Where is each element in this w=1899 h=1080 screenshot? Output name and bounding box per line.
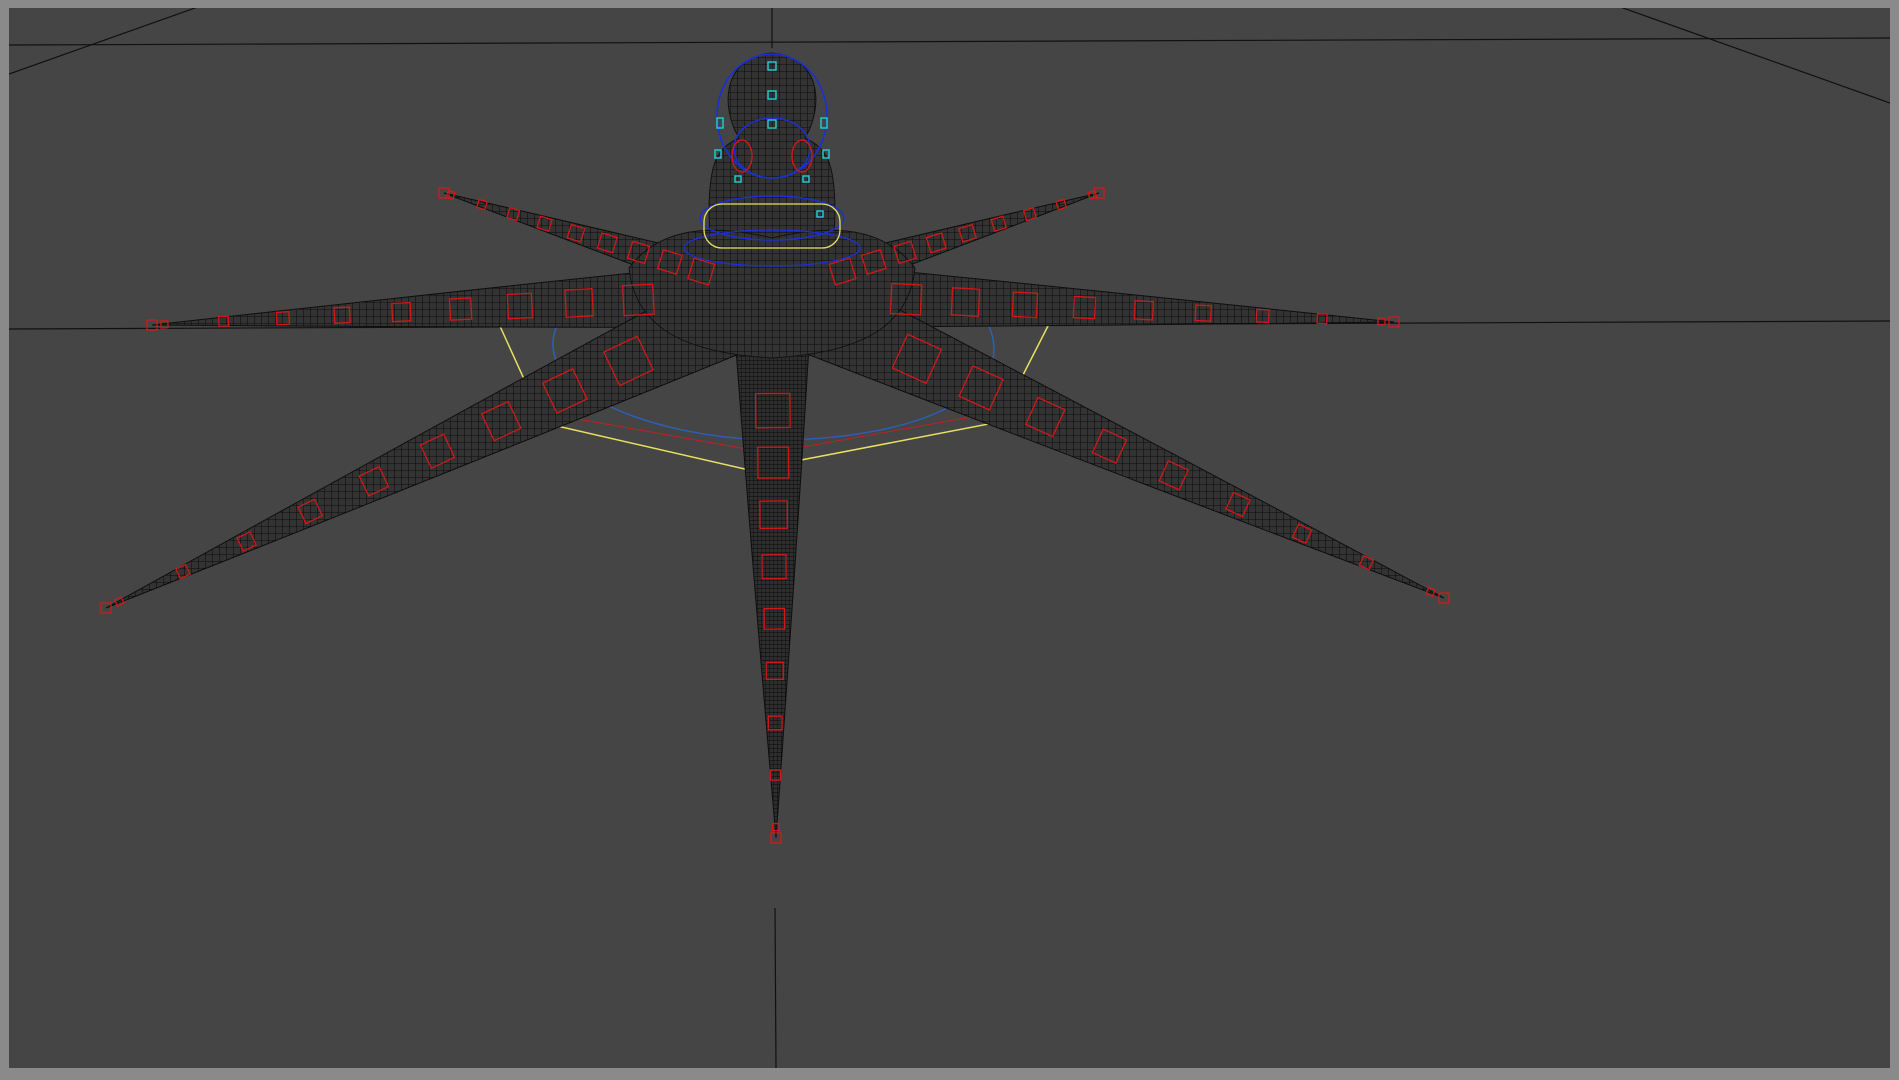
grid-axis-line — [9, 8, 197, 75]
tentacle-mesh[interactable] — [731, 292, 813, 839]
viewport-frame — [0, 0, 1899, 1080]
scene-canvas[interactable] — [9, 8, 1890, 1068]
grid-lines — [9, 8, 1890, 1068]
grid-axis-line — [774, 907, 777, 1068]
grid-horizon-line — [9, 37, 1890, 46]
3d-viewport[interactable] — [9, 8, 1890, 1068]
grid-axis-line — [1621, 8, 1890, 104]
